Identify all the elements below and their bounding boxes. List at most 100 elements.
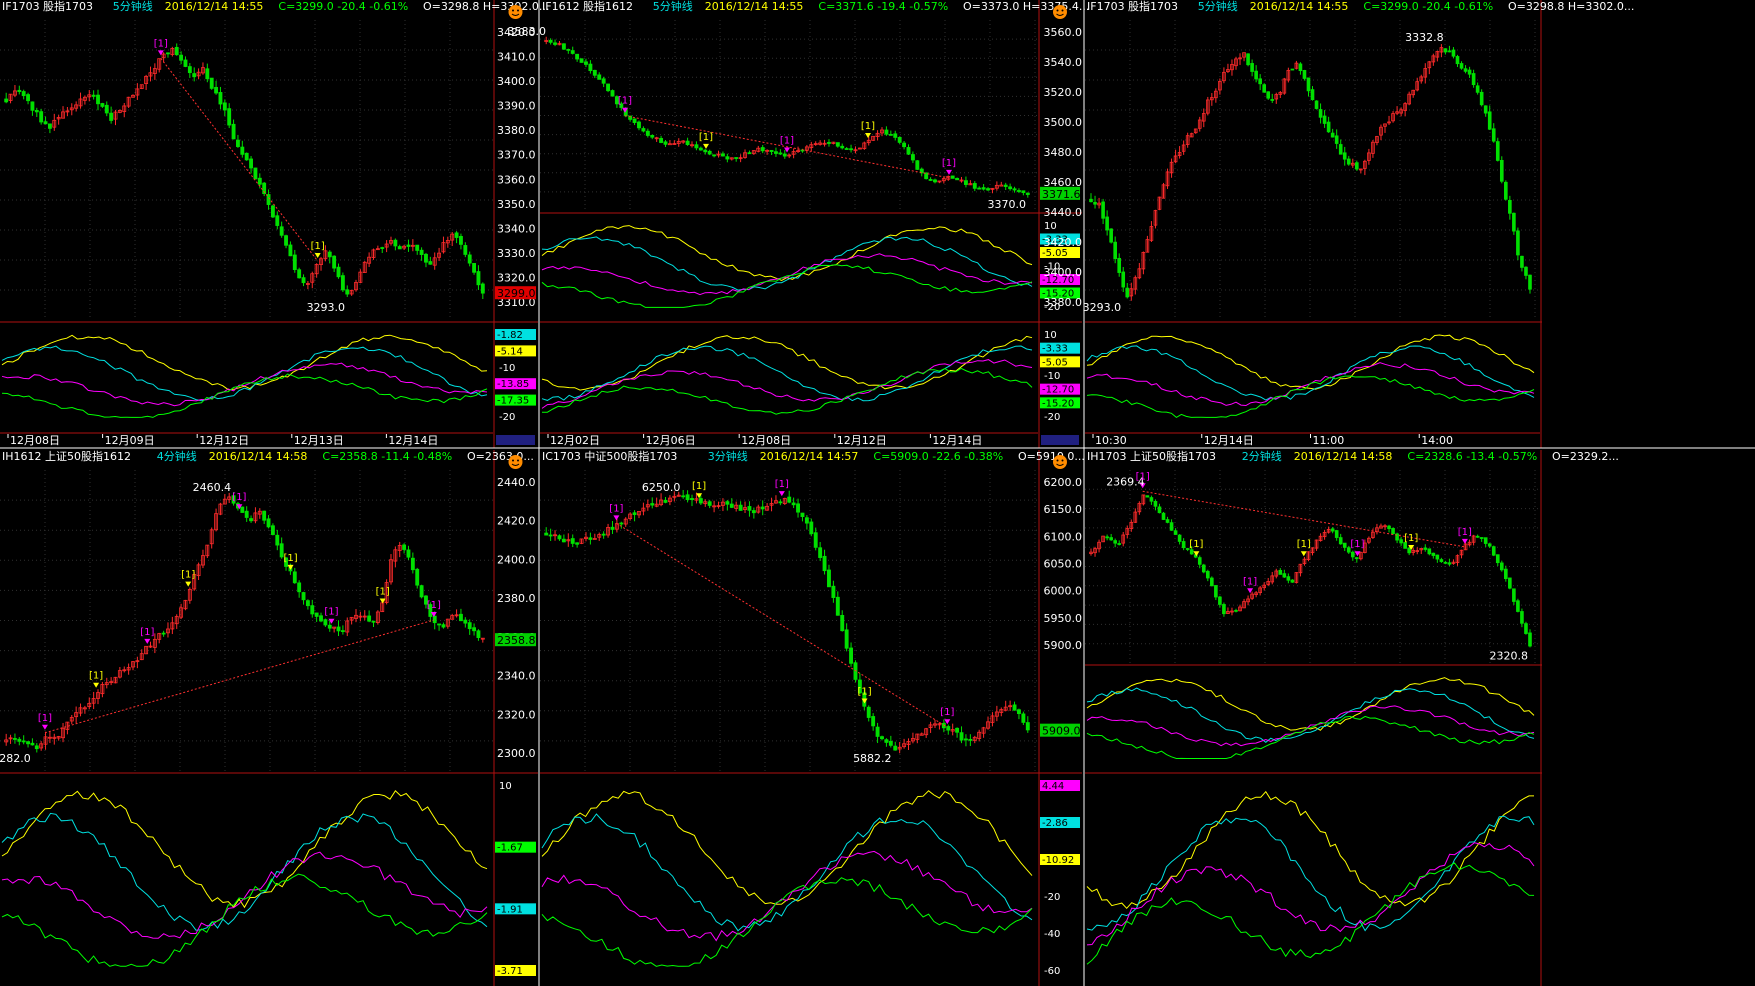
- y-tick-label: 2300.0: [497, 747, 536, 760]
- header-period: 3分钟线: [708, 449, 748, 463]
- candle-body: [703, 149, 708, 153]
- candle-body: [314, 612, 319, 617]
- y-tick-label: 6200.0: [1044, 476, 1083, 489]
- x-tick-label: 12月08日: [741, 434, 791, 447]
- candle-body: [327, 624, 332, 629]
- candle-body: [17, 89, 22, 92]
- candle-body: [104, 104, 109, 114]
- candle-body: [1258, 78, 1262, 85]
- candle-body: [1314, 100, 1319, 109]
- candle-body: [100, 103, 105, 107]
- candle-body: [694, 144, 699, 149]
- indicator-value: -15.20: [1042, 398, 1074, 409]
- indicator-tick: -40: [1044, 929, 1060, 940]
- signal-label: [1]: [1189, 539, 1203, 550]
- candle-body: [963, 180, 968, 185]
- low-label: 3370.0: [988, 198, 1027, 211]
- candle-body: [192, 73, 197, 78]
- candle-body: [866, 706, 871, 718]
- x-tick-label: 12月08日: [10, 434, 60, 447]
- candle-body: [1508, 577, 1512, 589]
- candle-body: [1282, 573, 1287, 578]
- y-tick-label: 6150.0: [1044, 503, 1083, 516]
- candle-body: [249, 158, 253, 169]
- candle-body: [685, 140, 690, 145]
- candle-body: [1105, 536, 1109, 539]
- candle-body: [849, 647, 854, 664]
- candle-body: [410, 557, 415, 571]
- smiley-eye: [1061, 459, 1064, 462]
- candle-body: [91, 94, 96, 97]
- candle-body: [875, 726, 880, 737]
- candle-body: [305, 600, 310, 607]
- smiley-icon[interactable]: [1053, 5, 1067, 19]
- candle-body: [561, 538, 566, 543]
- candle-body: [419, 585, 424, 598]
- header-ohlc: O=2329.2...: [1552, 450, 1619, 463]
- candle-body: [553, 42, 557, 45]
- candle-body: [632, 118, 637, 123]
- low-label: 3293.0: [307, 301, 346, 314]
- signal-label: [1]: [699, 132, 713, 143]
- last-price-text: 3371.6: [1042, 188, 1081, 201]
- smiley-icon[interactable]: [1053, 455, 1067, 469]
- candle-body: [1302, 70, 1307, 79]
- candle-body: [698, 147, 703, 151]
- candle-body: [1318, 109, 1323, 118]
- candle-body: [472, 627, 476, 632]
- candle-body: [915, 160, 920, 170]
- candle-body: [720, 153, 725, 157]
- candle-body: [1021, 713, 1026, 723]
- header-symbol: IF1703 股指1703: [2, 0, 93, 13]
- candle-body: [1504, 568, 1508, 580]
- smiley-icon[interactable]: [508, 455, 523, 469]
- y-tick-label: 3480.0: [1044, 146, 1083, 159]
- candle-body: [1431, 552, 1436, 556]
- candle-body: [327, 251, 332, 258]
- candle-body: [734, 157, 739, 159]
- candle-body: [809, 521, 814, 535]
- indicator-tick: -10: [1044, 371, 1060, 382]
- candle-body: [910, 154, 915, 161]
- candle-body: [1479, 91, 1484, 106]
- candle-body: [1008, 186, 1013, 190]
- candle-body: [849, 148, 854, 151]
- indicator-value: -5.05: [1042, 248, 1068, 259]
- candle-body: [292, 254, 297, 271]
- candle-body: [592, 69, 597, 76]
- candle-body: [340, 630, 345, 632]
- smiley-icon[interactable]: [508, 5, 523, 19]
- candle-body: [844, 148, 849, 150]
- y-tick-label: 3410.0: [497, 51, 536, 64]
- candle-body: [336, 626, 341, 632]
- candle-body: [472, 263, 476, 273]
- candle-body: [787, 496, 792, 503]
- high-label: 3332.8: [1405, 31, 1444, 44]
- candle-body: [972, 183, 977, 189]
- candle-body: [1234, 609, 1238, 612]
- candle-body: [1266, 91, 1271, 99]
- candle-body: [1214, 585, 1218, 598]
- candle-body: [1427, 548, 1432, 555]
- candle-body: [1387, 525, 1391, 530]
- candle-body: [597, 74, 602, 80]
- candle-body: [1210, 577, 1214, 587]
- background: [0, 0, 1755, 986]
- candle-body: [1475, 85, 1480, 93]
- candle-body: [1355, 162, 1359, 170]
- candle-body: [1443, 48, 1448, 53]
- candle-body: [800, 512, 805, 517]
- y-tick-label: 3330.0: [497, 247, 536, 260]
- x-tick-label: 12月14日: [388, 434, 438, 447]
- y-tick-label: 3440.0: [1044, 206, 1083, 219]
- signal-label: [1]: [89, 671, 103, 682]
- smiley-face: [1053, 5, 1067, 19]
- header-datetime: 2016/12/14 14:55: [705, 0, 804, 13]
- candle-body: [1447, 562, 1452, 565]
- signal-label: [1]: [857, 686, 871, 697]
- indicator-value: -1.82: [497, 330, 523, 341]
- candle-body: [1399, 539, 1403, 544]
- candle-body: [831, 585, 836, 598]
- candle-body: [1101, 201, 1105, 219]
- candle-body: [1181, 541, 1186, 549]
